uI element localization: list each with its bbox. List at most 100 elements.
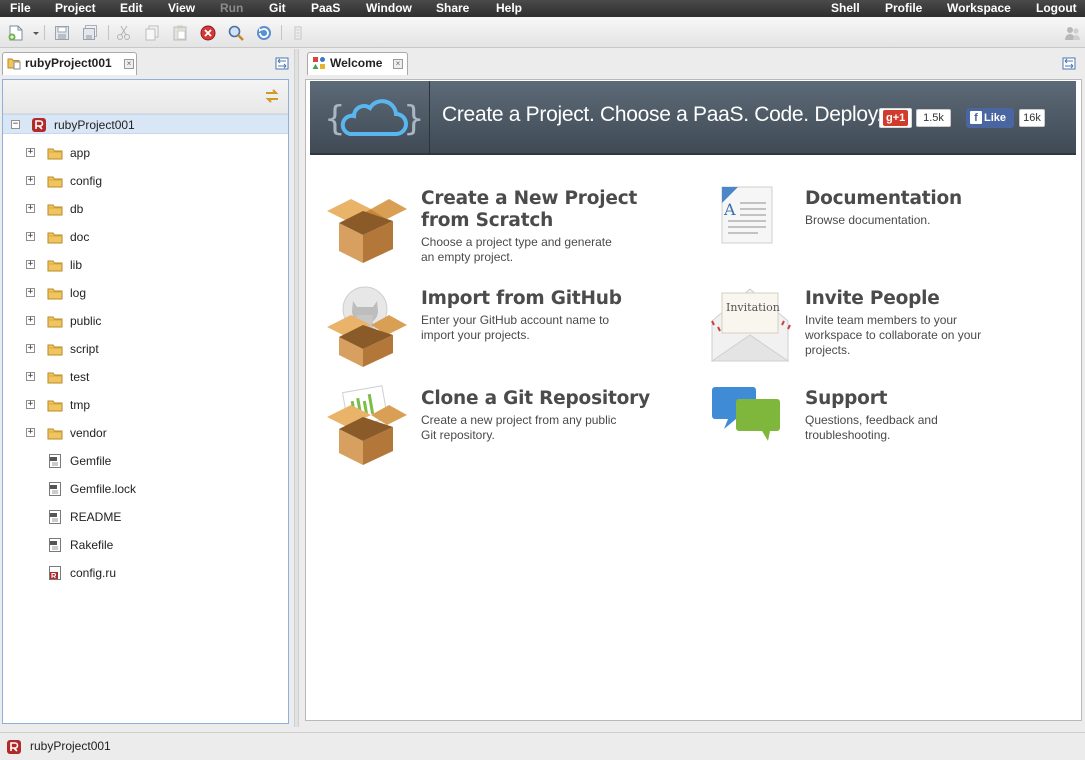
menu-file[interactable]: File [10,1,31,15]
card-title: Support [805,388,888,409]
google-plus-button[interactable]: g+1 [879,108,912,128]
expand-icon[interactable]: + [26,428,35,437]
card-description: Enter your GitHub account name to import … [421,313,610,342]
facebook-like-button[interactable]: f Like [966,108,1014,128]
expand-icon[interactable]: + [26,204,35,213]
folder-icon [47,229,63,245]
menu-window[interactable]: Window [366,1,412,15]
ruby-file-icon [47,565,63,581]
new-dropdown-chevron-down-icon[interactable] [27,24,39,42]
stop-icon[interactable] [199,24,217,42]
tree-item-label: config.ru [70,566,117,580]
expand-icon[interactable]: + [26,232,35,241]
tree-file-rakefile[interactable]: Rakefile [3,535,288,555]
text-file-icon [47,453,63,469]
menu-edit[interactable]: Edit [120,1,143,15]
status-bar: rubyProject001 [0,732,1085,760]
tree-file-readme[interactable]: README [3,507,288,527]
expand-icon[interactable]: + [26,372,35,381]
collaboration-icon[interactable] [1064,24,1082,42]
tree-folder-script[interactable]: + script [3,339,288,359]
properties-icon[interactable] [289,24,303,42]
collapse-icon[interactable]: − [11,120,20,129]
toolbar-divider [44,25,45,40]
editor-tabstrip: Welcome × [305,50,1085,75]
tree-folder-db[interactable]: + db [3,199,288,219]
close-icon[interactable]: × [393,59,403,69]
card-description: Create a new project from any public Git … [421,413,617,442]
save-icon[interactable] [53,24,71,42]
invitation-envelope-icon: Invitation [710,285,794,369]
refresh-icon[interactable] [255,24,273,42]
tree-folder-tmp[interactable]: + tmp [3,395,288,415]
panel-splitter[interactable] [294,49,299,727]
tree-folder-app[interactable]: + app [3,143,288,163]
menu-paas[interactable]: PaaS [311,1,340,15]
card-description: Choose a project type and generate an emp… [421,235,612,264]
tree-item-label: log [70,286,87,300]
menu-view[interactable]: View [168,1,195,15]
support-card[interactable]: Support Questions, feedback and troublesh… [710,385,1070,475]
menu-bar: File Project Edit View Run Git PaaS Wind… [0,0,1085,17]
expand-icon[interactable]: + [26,260,35,269]
folder-icon [47,369,63,385]
menu-run[interactable]: Run [220,1,243,15]
expand-icon[interactable]: + [26,176,35,185]
menu-shell[interactable]: Shell [831,1,860,15]
menu-help[interactable]: Help [496,1,522,15]
search-icon[interactable] [227,24,245,42]
tree-item-label: test [70,370,90,384]
invite-people-card[interactable]: Invitation Invite People Invite team mem… [710,285,1070,375]
tree-folder-vendor[interactable]: + vendor [3,423,288,443]
tree-item-label: script [70,342,99,356]
tree-folder-public[interactable]: + public [3,311,288,331]
paste-icon[interactable] [171,24,189,42]
tree-root-project[interactable]: − rubyProject001 [3,114,288,134]
tree-folder-test[interactable]: + test [3,367,288,387]
tree-file-gemfile[interactable]: Gemfile [3,451,288,471]
expand-icon[interactable]: + [26,316,35,325]
tree-folder-doc[interactable]: + doc [3,227,288,247]
card-description: Browse documentation. [805,213,931,227]
folder-icon [47,341,63,357]
tree-item-label: rubyProject001 [54,118,135,132]
tree-file-gemfile-lock[interactable]: Gemfile.lock [3,479,288,499]
project-explorer-header [3,80,288,114]
link-with-editor-icon[interactable] [263,87,281,105]
save-all-icon[interactable] [81,24,99,42]
github-octocat-box-icon [325,285,409,369]
import-github-card[interactable]: Import from GitHub Enter your GitHub acc… [325,285,685,375]
maximize-left-panel-icon[interactable] [275,57,289,70]
menu-project[interactable]: Project [55,1,96,15]
menu-logout[interactable]: Logout [1036,1,1077,15]
expand-icon[interactable]: + [26,400,35,409]
expand-icon[interactable]: + [26,344,35,353]
toolbar-divider [281,25,282,40]
ruby-project-icon [6,739,22,755]
menu-share[interactable]: Share [436,1,469,15]
tree-folder-config[interactable]: + config [3,171,288,191]
tree-file-config-ru[interactable]: config.ru [3,563,288,583]
clone-git-card[interactable]: Clone a Git Repository Create a new proj… [325,385,685,475]
tab-welcome[interactable]: Welcome × [307,52,408,75]
menu-profile[interactable]: Profile [885,1,922,15]
close-icon[interactable]: × [124,59,134,69]
menu-workspace[interactable]: Workspace [947,1,1011,15]
expand-icon[interactable]: + [26,148,35,157]
menu-git[interactable]: Git [269,1,286,15]
text-file-icon [47,481,63,497]
project-explorer-panel: − rubyProject001 + app + config + db + doc + lib + lo… [2,79,289,724]
tree-item-label: Gemfile [70,454,112,468]
new-file-icon[interactable] [7,24,25,42]
documentation-card[interactable]: A Documentation Browse documentation. [710,185,1070,275]
cut-icon[interactable] [115,24,133,42]
tab-project-explorer[interactable]: rubyProject001 × [2,52,137,75]
expand-icon[interactable]: + [26,288,35,297]
card-title: Invite People [805,288,940,309]
maximize-editor-icon[interactable] [1062,57,1076,70]
tree-folder-log[interactable]: + log [3,283,288,303]
tab-label: Welcome [330,56,383,70]
copy-icon[interactable] [143,24,161,42]
create-project-card[interactable]: Create a New Project from Scratch Choose … [325,185,685,275]
tree-folder-lib[interactable]: + lib [3,255,288,275]
